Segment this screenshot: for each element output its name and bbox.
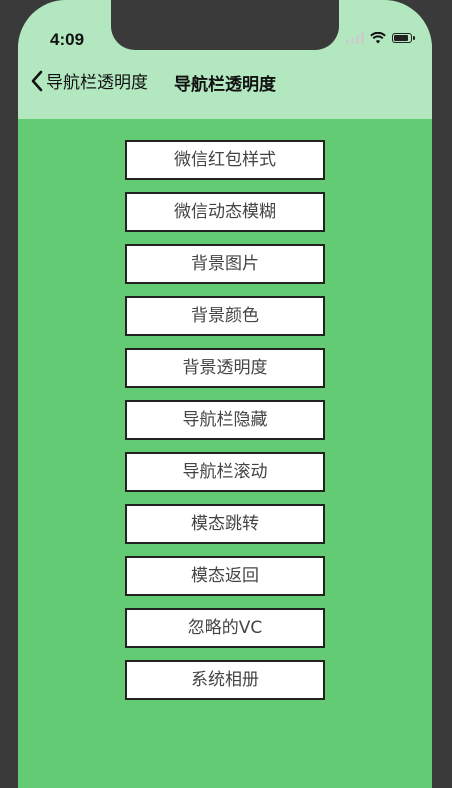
page-title: 导航栏透明度 bbox=[174, 75, 276, 95]
signal-icon bbox=[346, 32, 364, 44]
wifi-icon bbox=[370, 32, 386, 44]
menu-button-navbar-scroll[interactable]: 导航栏滚动 bbox=[125, 452, 325, 492]
device-notch bbox=[111, 0, 339, 50]
battery-icon bbox=[392, 33, 415, 43]
back-button[interactable]: 导航栏透明度 bbox=[30, 68, 148, 93]
navigation-bar: 导航栏透明度 导航栏透明度 bbox=[18, 64, 432, 100]
device-frame: 4:09 导航栏透明度 导航栏透明度 微信红包样式 微信动态模糊 背景图片 背景… bbox=[0, 0, 452, 788]
menu-button-background-color[interactable]: 背景颜色 bbox=[125, 296, 325, 336]
menu-button-modal-present[interactable]: 模态跳转 bbox=[125, 504, 325, 544]
menu-button-modal-dismiss[interactable]: 模态返回 bbox=[125, 556, 325, 596]
app-screen: 4:09 导航栏透明度 导航栏透明度 微信红包样式 微信动态模糊 背景图片 背景… bbox=[18, 0, 432, 788]
status-time: 4:09 bbox=[50, 30, 85, 49]
menu-list: 微信红包样式 微信动态模糊 背景图片 背景颜色 背景透明度 导航栏隐藏 导航栏滚… bbox=[125, 140, 325, 712]
menu-button-background-alpha[interactable]: 背景透明度 bbox=[125, 348, 325, 388]
chevron-left-icon bbox=[31, 70, 43, 91]
back-button-label: 导航栏透明度 bbox=[46, 73, 148, 93]
menu-button-background-image[interactable]: 背景图片 bbox=[125, 244, 325, 284]
status-icons bbox=[346, 32, 415, 44]
menu-button-ignored-vc[interactable]: 忽略的VC bbox=[125, 608, 325, 648]
menu-button-navbar-hidden[interactable]: 导航栏隐藏 bbox=[125, 400, 325, 440]
menu-button-wechat-red-packet[interactable]: 微信红包样式 bbox=[125, 140, 325, 180]
menu-button-wechat-blur[interactable]: 微信动态模糊 bbox=[125, 192, 325, 232]
menu-button-system-album[interactable]: 系统相册 bbox=[125, 660, 325, 700]
